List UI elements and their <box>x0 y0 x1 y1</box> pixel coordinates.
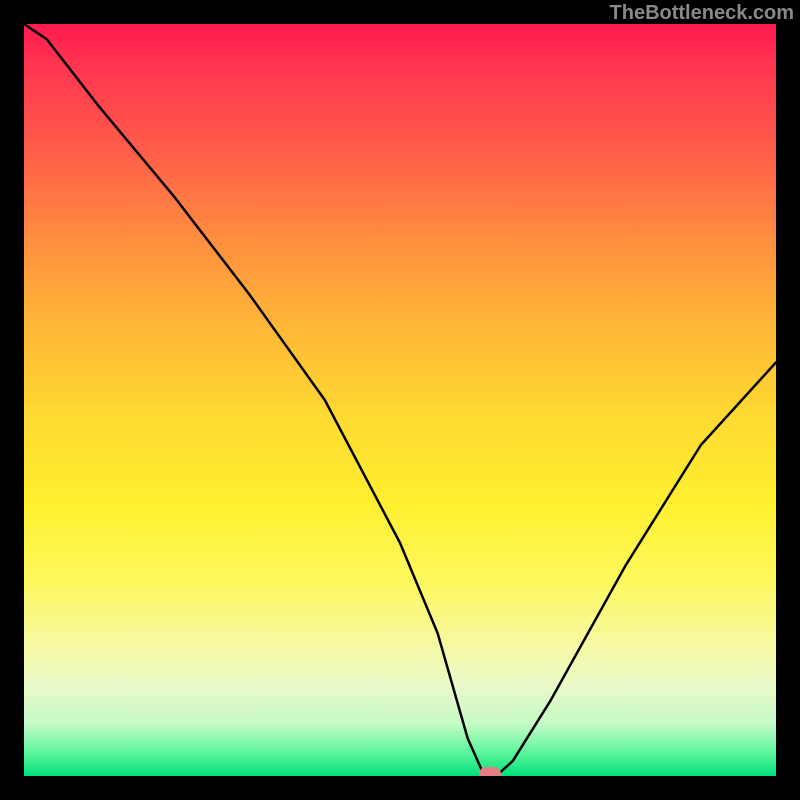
bottleneck-curve <box>24 24 776 776</box>
chart-container: TheBottleneck.com <box>0 0 800 800</box>
plot-area <box>24 24 776 776</box>
minimum-marker <box>479 767 501 776</box>
watermark-label: TheBottleneck.com <box>610 2 794 25</box>
